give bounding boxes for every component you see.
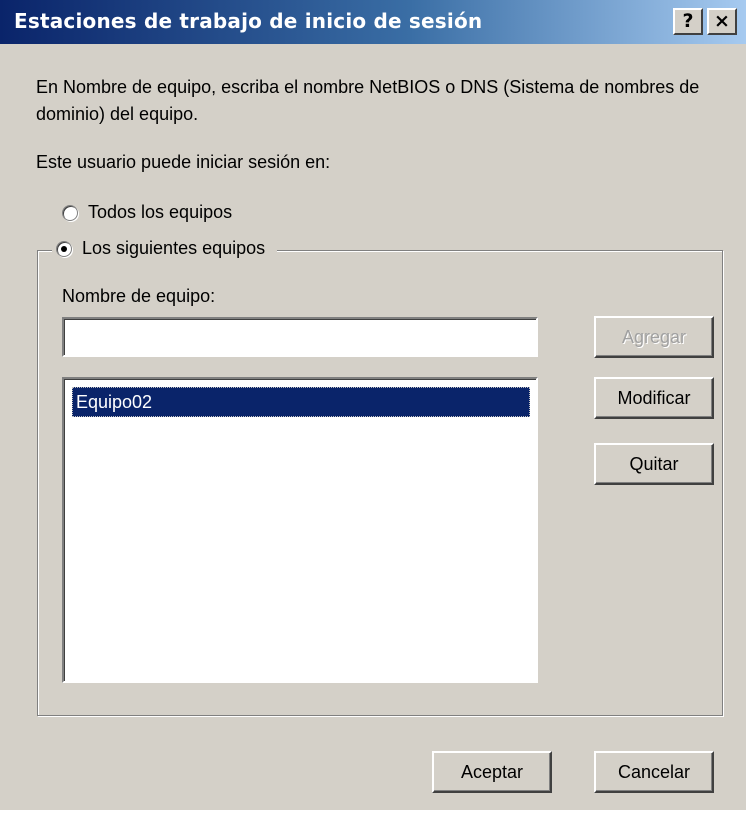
instructions-text: En Nombre de equipo, escriba el nombre N… — [36, 77, 700, 124]
ok-button[interactable]: Aceptar — [432, 751, 552, 793]
radio-all-computers-label: Todos los equipos — [88, 202, 233, 222]
radio-following-computers[interactable]: Los siguientes equipos — [52, 238, 278, 259]
dialog-title: Estaciones de trabajo de inicio de sesió… — [14, 9, 483, 33]
bottom-edge — [0, 810, 746, 823]
cancel-button[interactable]: Cancelar — [594, 751, 714, 793]
remove-button[interactable]: Quitar — [594, 443, 714, 485]
logon-workstations-dialog: Estaciones de trabajo de inicio de sesió… — [0, 0, 746, 823]
edit-button[interactable]: Modificar — [594, 377, 714, 419]
computer-name-input[interactable] — [62, 317, 538, 357]
radio-unchecked-icon[interactable] — [62, 204, 78, 221]
help-icon: ? — [682, 10, 694, 32]
close-button[interactable]: × — [707, 8, 737, 35]
add-button[interactable]: Agregar — [594, 316, 714, 358]
radio-checked-icon[interactable] — [56, 240, 72, 257]
help-button[interactable]: ? — [673, 8, 703, 35]
list-item[interactable]: Equipo02 — [72, 387, 530, 417]
computer-list[interactable]: Equipo02 — [62, 377, 538, 683]
radio-all-computers[interactable]: Todos los equipos — [62, 202, 232, 223]
close-icon: × — [714, 10, 730, 32]
radio-following-computers-label: Los siguientes equipos — [82, 238, 266, 258]
logon-scope-label: Este usuario puede iniciar sesión en: — [36, 152, 331, 172]
computer-name-label: Nombre de equipo: — [62, 286, 216, 306]
title-bar[interactable]: Estaciones de trabajo de inicio de sesió… — [0, 0, 746, 44]
